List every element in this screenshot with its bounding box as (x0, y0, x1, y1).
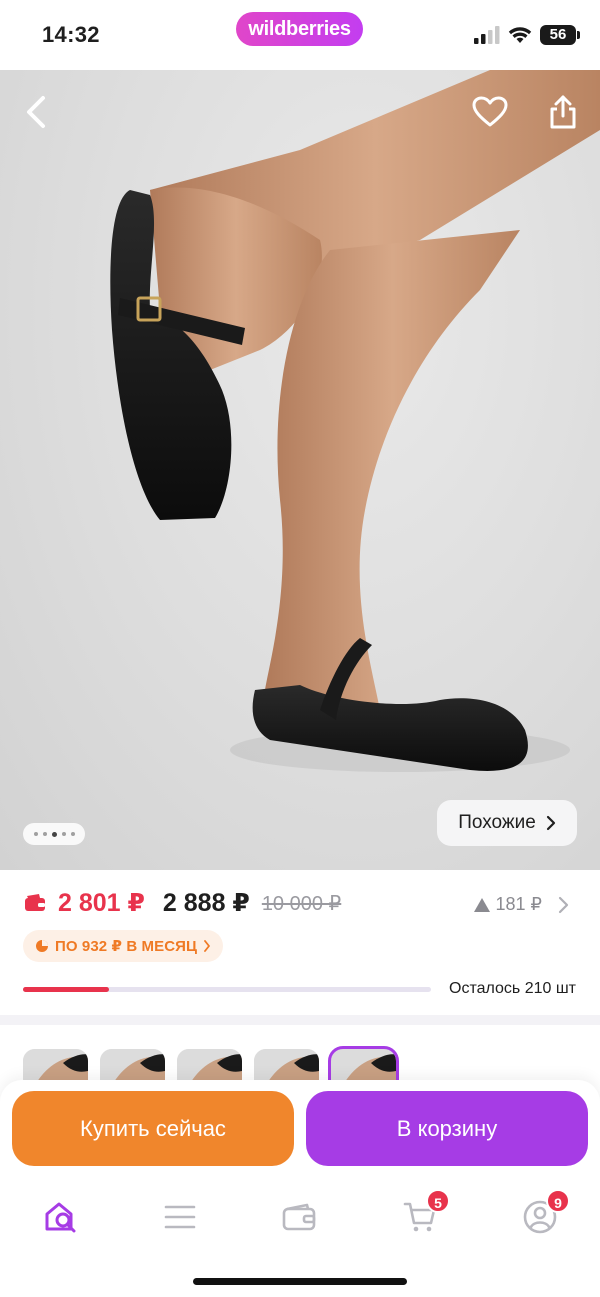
pie-chart-icon (36, 940, 48, 952)
stock-progress-bar (23, 987, 431, 992)
carousel-dot (42, 832, 47, 836)
price-card: 2 801 ₽ 2 888 ₽ 10 000 ₽ 181 ₽ ПО 932 ₽ … (0, 870, 600, 1015)
share-button[interactable] (541, 90, 585, 134)
cart-badge: 5 (426, 1189, 450, 1213)
status-icons: 56 (474, 24, 580, 46)
favorite-button[interactable] (468, 90, 512, 134)
product-image[interactable]: Похожие (0, 70, 600, 870)
price-row: 2 801 ₽ 2 888 ₽ 10 000 ₽ (24, 888, 341, 918)
stock-text: Осталось 210 шт (449, 980, 576, 997)
home-indicator (193, 1278, 407, 1285)
carousel-dot (33, 832, 38, 836)
add-to-cart-button[interactable]: В корзину (306, 1091, 588, 1166)
signal-icon (474, 26, 500, 44)
price-history-button[interactable]: 181 ₽ (473, 894, 571, 915)
buy-now-button[interactable]: Купить сейчас (12, 1091, 294, 1166)
carousel-dot (61, 832, 66, 836)
chevron-right-icon (558, 896, 569, 913)
product-photo (110, 70, 600, 772)
bottom-nav: 5 9 (0, 1180, 600, 1297)
home-search-icon (45, 1202, 76, 1233)
similar-button[interactable]: Похожие (437, 800, 577, 846)
profile-badge: 9 (546, 1189, 570, 1213)
installment-text: ПО 932 ₽ В МЕСЯЦ (55, 938, 198, 955)
price-diff: 181 ₽ (495, 894, 543, 914)
wallet-price: 2 801 ₽ (58, 889, 145, 917)
battery-icon: 56 (540, 25, 580, 45)
menu-icon (164, 1205, 196, 1229)
action-bar: Купить сейчас В корзину (0, 1080, 600, 1180)
triangle-up-icon (473, 897, 490, 912)
section-divider (0, 1015, 600, 1025)
status-bar: 14:32 wildberries 56 (0, 0, 600, 70)
nav-catalog[interactable] (150, 1195, 210, 1239)
share-icon (550, 95, 576, 129)
heart-icon (472, 96, 508, 127)
back-button[interactable] (14, 90, 58, 134)
brand-logo: wildberries (236, 12, 363, 46)
installment-badge[interactable]: ПО 932 ₽ В МЕСЯЦ (23, 930, 224, 962)
wallet-icon (282, 1203, 316, 1231)
nav-home-search[interactable] (31, 1195, 91, 1239)
similar-label: Похожие (458, 812, 536, 833)
chevron-right-icon (204, 940, 210, 952)
carousel-dot (70, 832, 75, 836)
stock-progress-fill (23, 987, 109, 992)
wallet-price-icon (25, 894, 45, 911)
status-time: 14:32 (42, 22, 100, 47)
wifi-icon (508, 27, 532, 43)
chevron-right-icon (546, 815, 555, 831)
carousel-indicator (23, 823, 85, 845)
old-price: 10 000 ₽ (261, 892, 342, 915)
carousel-dot-active (51, 831, 57, 837)
chevron-left-icon (27, 96, 45, 128)
nav-profile[interactable]: 9 (510, 1189, 570, 1239)
nav-cart[interactable]: 5 (390, 1189, 450, 1239)
regular-price: 2 888 ₽ (162, 889, 250, 917)
nav-wallet[interactable] (269, 1195, 329, 1239)
